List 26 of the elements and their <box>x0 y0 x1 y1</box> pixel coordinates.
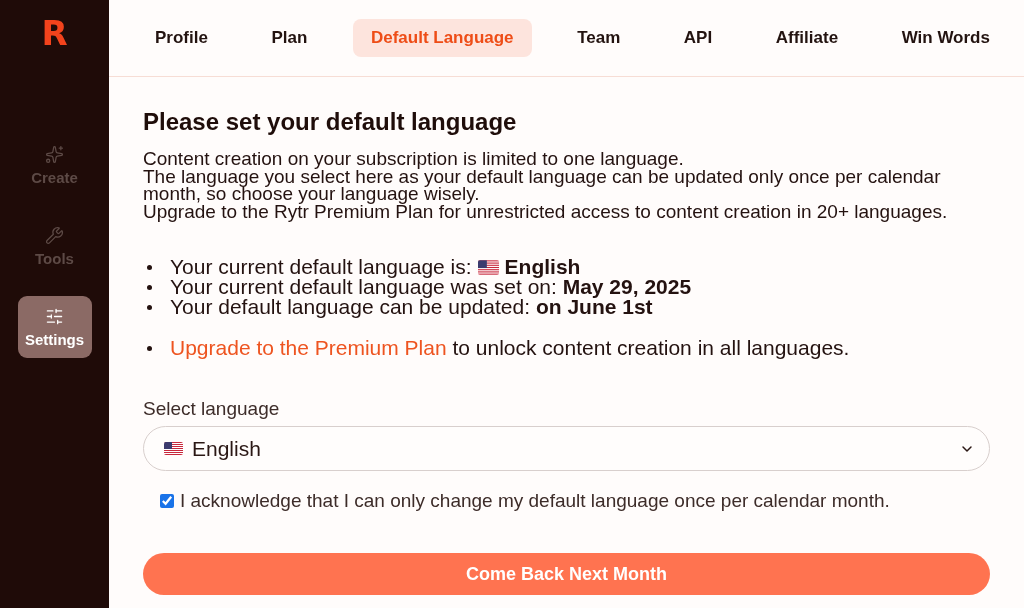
sliders-icon <box>45 306 64 326</box>
fact-text: Your default language can be updated: on June 1st <box>170 297 653 317</box>
sidebar-item[interactable]: Settings <box>17 296 92 358</box>
logo[interactable]: R <box>41 16 68 50</box>
field-label: Select language <box>143 399 281 419</box>
fact-value: English <box>504 257 581 277</box>
tab[interactable]: Plan <box>253 19 326 57</box>
tab[interactable]: Win Words <box>883 19 1008 57</box>
fact-text: Your current default language was set on: May 29, 2025 <box>170 277 692 297</box>
page-title: Please set your default language <box>143 108 518 136</box>
acknowledge-checkbox[interactable] <box>160 494 174 508</box>
fact-text: Your current default language is: <box>170 257 472 277</box>
tab[interactable]: Profile <box>137 19 226 57</box>
wrench-icon <box>45 225 64 245</box>
bullet-icon <box>147 345 152 351</box>
bullet-icon <box>147 284 152 290</box>
bullet-icon <box>147 304 152 310</box>
tab[interactable]: Team <box>559 19 639 57</box>
tab[interactable]: API <box>665 19 731 57</box>
acknowledge-text: I acknowledge that I can only change my default language once per calendar month. <box>180 491 890 511</box>
tab[interactable]: Affiliate <box>757 19 857 57</box>
bullet-icon <box>147 264 152 270</box>
upgrade-text: Upgrade to the Premium Plan to unlock content creation in all languages. <box>170 338 850 358</box>
language-select[interactable]: English <box>143 426 990 471</box>
intro-text: Content creation on your subscription is limited to one language. <box>143 150 685 168</box>
sparkles-icon <box>45 144 64 164</box>
